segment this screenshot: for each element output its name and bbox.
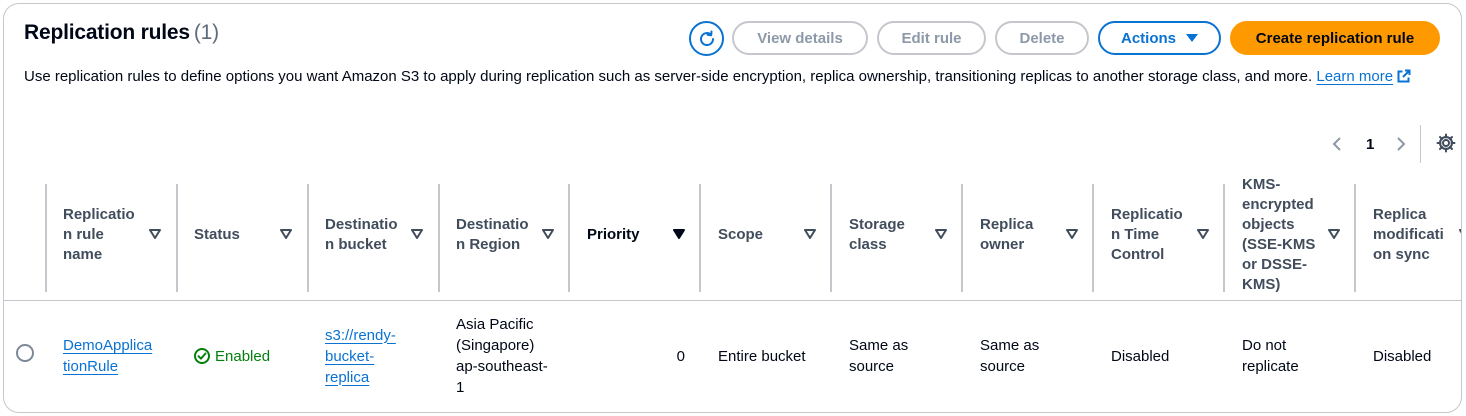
replication-rules-panel: Replication rules (1) View details Edit r… [3, 3, 1462, 413]
create-replication-rule-button[interactable]: Create replication rule [1230, 21, 1440, 55]
column-header-rule-name[interactable]: Replicatio n rule name [63, 180, 173, 290]
column-header-replica-owner[interactable]: Replica owner [980, 180, 1090, 290]
sort-icon [280, 229, 292, 239]
caret-down-icon [1186, 34, 1198, 42]
column-header-kms-encrypted-objects[interactable]: KMS-encrypted objects (SSE-KMS or DSSE-K… [1242, 176, 1352, 293]
rtc-text: Disabled [1111, 347, 1170, 365]
pager-divider [1420, 125, 1421, 163]
column-header-status[interactable]: Status [194, 180, 304, 290]
replica-owner-text: Same as source [980, 337, 1040, 375]
cell-storage-class: Same as source [849, 301, 939, 411]
external-link-icon [1397, 69, 1411, 83]
column-header-replica-modification-sync[interactable]: Replica modificati on sync [1373, 180, 1461, 290]
column-label: Storage class [849, 216, 905, 253]
column-header-storage-class[interactable]: Storage class [849, 180, 959, 290]
sort-icon [804, 229, 816, 239]
column-label: Status [194, 226, 240, 243]
modification-sync-text: Disabled [1373, 347, 1432, 365]
sort-descending-icon [673, 229, 685, 239]
previous-page-button[interactable] [1332, 132, 1342, 156]
description: Use replication rules to define options … [24, 66, 1424, 88]
sort-icon [935, 229, 947, 239]
column-label: Replicatio n Time Control [1111, 206, 1183, 263]
destination-region-text: Asia Pacific (Singapore) ap-southeast-1 [456, 316, 548, 396]
kms-text: Do not replicate [1242, 337, 1299, 375]
sort-icon [542, 229, 554, 239]
refresh-icon [699, 30, 714, 46]
column-separator [307, 184, 309, 292]
priority-value: 0 [676, 347, 685, 365]
column-label: Destinatio n bucket [325, 216, 398, 253]
column-separator [961, 184, 963, 292]
column-separator [438, 184, 440, 292]
cell-replication-time-control: Disabled [1111, 301, 1221, 411]
column-header-destination-bucket[interactable]: Destinatio n bucket [325, 180, 435, 290]
page-number-1[interactable]: 1 [1366, 132, 1374, 156]
table-preferences-button[interactable] [1436, 133, 1456, 158]
delete-button[interactable]: Delete [995, 21, 1089, 55]
chevron-left-icon [1332, 137, 1341, 151]
edit-rule-button[interactable]: Edit rule [877, 21, 986, 55]
table-header: Replicatio n rule name Status Destinatio… [4, 176, 1461, 300]
sort-icon [1459, 229, 1461, 234]
cell-destination-bucket: s3://rendy-bucket-replica [325, 301, 415, 411]
sort-icon [149, 229, 161, 239]
column-label: Replica modificati on sync [1373, 206, 1444, 263]
actions-dropdown-button[interactable]: Actions [1098, 21, 1221, 55]
cell-priority: 0 [587, 301, 685, 411]
column-label: Destinatio n Region [456, 216, 529, 253]
column-label: Scope [718, 226, 764, 243]
column-label: Priority [587, 226, 640, 243]
cell-destination-region: Asia Pacific (Singapore) ap-southeast-1 [456, 301, 556, 411]
column-label: Replicatio n rule name [63, 206, 135, 263]
status-text: Enabled [215, 347, 271, 365]
column-header-priority[interactable]: Priority [587, 180, 697, 290]
actions-label: Actions [1120, 29, 1176, 47]
cell-status: Enabled [194, 301, 304, 411]
table-row: DemoApplica tionRule Enabled s3://rendy-… [4, 301, 1461, 411]
cell-replica-modification-sync: Disabled [1373, 301, 1461, 411]
sort-icon [1197, 229, 1209, 239]
settings-gear-icon [1436, 133, 1456, 153]
column-separator [1223, 184, 1225, 292]
column-header-destination-region[interactable]: Destinatio n Region [456, 180, 566, 290]
learn-more-label: Learn more [1316, 68, 1394, 85]
page-title: Replication rules (1) [24, 21, 219, 45]
column-label: KMS-encrypted objects (SSE-KMS or DSSE-K… [1242, 176, 1316, 293]
sort-icon [1328, 229, 1340, 239]
learn-more-link[interactable]: Learn more [1316, 68, 1411, 85]
column-separator [1092, 184, 1094, 292]
sort-icon [411, 229, 423, 239]
cell-replica-owner: Same as source [980, 301, 1070, 411]
chevron-right-icon [1397, 137, 1406, 151]
column-separator [45, 184, 47, 292]
check-circle-icon [194, 348, 210, 364]
rule-name-link[interactable]: DemoApplica tionRule [63, 335, 159, 377]
column-header-scope[interactable]: Scope [718, 180, 828, 290]
refresh-button[interactable] [689, 21, 724, 56]
storage-class-text: Same as source [849, 337, 909, 375]
column-separator [568, 184, 570, 292]
destination-bucket-link[interactable]: s3://rendy-bucket-replica [325, 325, 411, 388]
scope-text: Entire bucket [718, 347, 806, 365]
row-select-radio[interactable] [16, 344, 34, 362]
view-details-button[interactable]: View details [732, 21, 868, 55]
rule-count: (1) [193, 21, 219, 44]
status-badge: Enabled [194, 346, 270, 367]
column-separator [1354, 184, 1356, 292]
next-page-button[interactable] [1396, 132, 1406, 156]
title-text: Replication rules [24, 21, 190, 44]
sort-icon [1066, 229, 1078, 239]
column-header-replication-time-control[interactable]: Replicatio n Time Control [1111, 180, 1221, 290]
column-separator [830, 184, 832, 292]
cell-scope: Entire bucket [718, 301, 828, 411]
cell-kms-encrypted-objects: Do not replicate [1242, 301, 1342, 411]
description-text: Use replication rules to define options … [24, 68, 1313, 85]
cell-rule-name: DemoApplica tionRule [63, 301, 163, 411]
column-label: Replica owner [980, 216, 1034, 253]
column-separator [176, 184, 178, 292]
column-separator [699, 184, 701, 292]
